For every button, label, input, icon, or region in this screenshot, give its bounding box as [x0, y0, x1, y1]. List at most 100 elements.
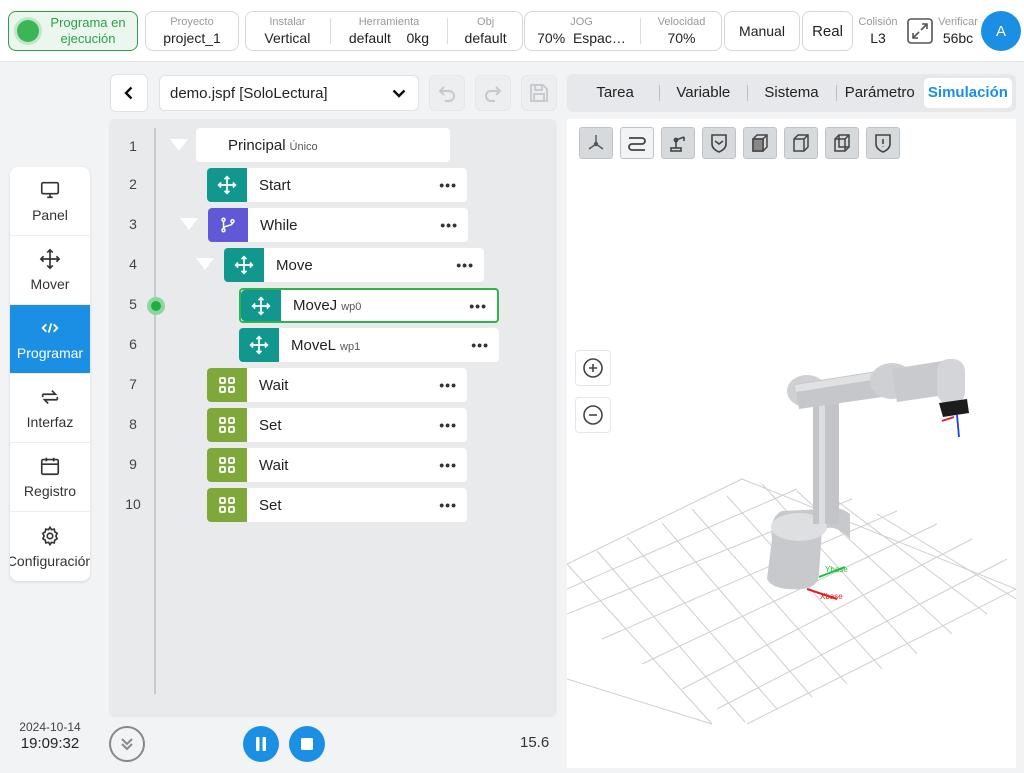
cube-side-icon[interactable]: [784, 127, 818, 159]
tree-node-while[interactable]: While •••: [208, 208, 468, 242]
robot-3d-view: Xbase Ybase: [566, 359, 1017, 725]
file-selector[interactable]: demo.jspf [SoloLectura]: [159, 75, 419, 111]
tree-node-movej-active[interactable]: MoveJ wp0 •••: [239, 288, 499, 323]
tab-simulacion[interactable]: Simulación: [923, 78, 1013, 108]
grid-icon: [207, 368, 247, 402]
cube-front-icon[interactable]: [743, 127, 777, 159]
undo-button[interactable]: [429, 75, 465, 111]
tool-name: default: [348, 29, 391, 46]
line-number: 10: [125, 496, 141, 512]
node-label: Wait: [259, 456, 289, 474]
double-chevron-down-icon: [121, 738, 133, 751]
tree-node-wait[interactable]: Wait •••: [207, 448, 467, 482]
jog-field[interactable]: JOG 70% Espac…: [527, 12, 637, 50]
obj-caption: Obj: [477, 15, 495, 28]
sidebar-item-configuracion[interactable]: Configuración: [10, 512, 90, 581]
verify-field[interactable]: Verificar 56bc: [936, 11, 980, 51]
tab-parametro[interactable]: Parámetro: [835, 78, 924, 108]
collapse-triangle-icon[interactable]: [170, 139, 188, 151]
jog-caption: JOG: [570, 15, 593, 28]
save-button[interactable]: [521, 75, 557, 111]
move-node-icon: [241, 290, 281, 321]
line-number: 9: [129, 456, 137, 472]
zoom-in-icon: [583, 358, 603, 378]
tool-value: default 0kg: [349, 29, 429, 47]
collapse-triangle-icon[interactable]: [180, 218, 198, 230]
expand-icon[interactable]: [904, 15, 936, 47]
simulation-viewport[interactable]: Xbase Ybase: [566, 119, 1017, 768]
more-options-icon[interactable]: •••: [456, 257, 474, 273]
tool-field[interactable]: Herramienta default 0kg: [334, 12, 444, 50]
collision-caption: Colisión: [858, 15, 898, 28]
collision-level[interactable]: Colisión L3: [856, 11, 900, 51]
path-view-icon[interactable]: [620, 127, 654, 159]
speed-field[interactable]: Velocidad 70%: [644, 12, 720, 50]
line-number: 1: [129, 138, 137, 154]
project-selector[interactable]: Proyecto project_1: [145, 11, 239, 51]
sidebar-item-label: Configuración: [10, 552, 90, 569]
tree-gutter: [154, 128, 156, 694]
sidebar-item-programar[interactable]: Programar: [10, 305, 90, 374]
tree-node-wait[interactable]: Wait •••: [207, 368, 467, 402]
zoom-out-button[interactable]: [575, 397, 611, 433]
more-options-icon[interactable]: •••: [439, 177, 457, 193]
install-value: Vertical: [264, 29, 311, 46]
sidebar-item-interfaz[interactable]: Interfaz: [10, 374, 90, 443]
manual-mode-button[interactable]: Manual: [724, 11, 800, 51]
user-avatar[interactable]: A: [981, 11, 1021, 51]
tree-node-set[interactable]: Set •••: [207, 408, 467, 442]
tree-node-set[interactable]: Set •••: [207, 488, 467, 522]
tab-variable[interactable]: Variable: [659, 78, 747, 108]
tree-node-principal[interactable]: Principal Único: [196, 128, 450, 162]
tab-tarea[interactable]: Tarea: [571, 78, 659, 108]
cube-top-icon[interactable]: [825, 127, 859, 159]
tab-sistema[interactable]: Sistema: [747, 78, 835, 108]
node-label: While: [260, 216, 298, 234]
verify-caption: Verificar: [938, 15, 978, 28]
more-options-icon[interactable]: •••: [471, 337, 489, 353]
node-label: MoveJ wp0: [293, 297, 362, 314]
alert-shield-icon[interactable]: [866, 127, 900, 159]
robot-arm-icon[interactable]: [661, 127, 695, 159]
tree-node-move[interactable]: Move •••: [224, 248, 484, 282]
back-button[interactable]: [110, 74, 148, 112]
tree-node-start[interactable]: Start •••: [207, 168, 467, 202]
axis-view-icon[interactable]: [579, 127, 613, 159]
more-options-icon[interactable]: •••: [439, 377, 457, 393]
expand-down-button[interactable]: [109, 726, 145, 762]
clock: 2024-10-14 19:09:32: [0, 720, 100, 752]
divider: [639, 18, 641, 44]
more-options-icon[interactable]: •••: [439, 417, 457, 433]
zoom-in-button[interactable]: [575, 350, 611, 386]
more-options-icon[interactable]: •••: [469, 298, 487, 314]
pause-button[interactable]: [243, 726, 279, 762]
safety-shield-icon[interactable]: [702, 127, 736, 159]
obj-field[interactable]: Obj default: [451, 12, 521, 50]
jog-speed-group[interactable]: JOG 70% Espac… Velocidad 70%: [524, 11, 722, 51]
more-options-icon[interactable]: •••: [439, 457, 457, 473]
sidebar-nav: Panel Mover Programar Interfaz Registro …: [10, 167, 90, 581]
chevron-down-icon: [392, 89, 406, 98]
collapse-triangle-icon[interactable]: [196, 258, 214, 270]
node-label: Set: [259, 416, 282, 434]
line-number: 4: [129, 256, 137, 272]
install-field[interactable]: Instalar Vertical: [247, 12, 327, 50]
code-icon: [41, 323, 59, 333]
install-tool-obj-group[interactable]: Instalar Vertical Herramienta default 0k…: [245, 11, 523, 51]
sidebar-item-mover[interactable]: Mover: [10, 236, 90, 305]
more-options-icon[interactable]: •••: [439, 497, 457, 513]
move-node-icon: [207, 168, 247, 202]
more-options-icon[interactable]: •••: [440, 217, 458, 233]
tree-node-movel[interactable]: MoveL wp1 •••: [239, 328, 499, 362]
stop-button[interactable]: [289, 726, 325, 762]
grid-icon: [207, 408, 247, 442]
sidebar-item-registro[interactable]: Registro: [10, 443, 90, 512]
program-status-badge[interactable]: Programa en ejecución: [8, 11, 138, 51]
redo-button[interactable]: [475, 75, 511, 111]
real-mode-button[interactable]: Real: [802, 11, 853, 51]
jog-value: 70% Espac…: [537, 29, 626, 47]
sidebar-item-panel[interactable]: Panel: [10, 167, 90, 236]
pause-icon: [256, 737, 266, 751]
top-bar: Programa en ejecución Proyecto project_1…: [0, 0, 1024, 62]
node-label: MoveL wp1: [291, 336, 361, 354]
